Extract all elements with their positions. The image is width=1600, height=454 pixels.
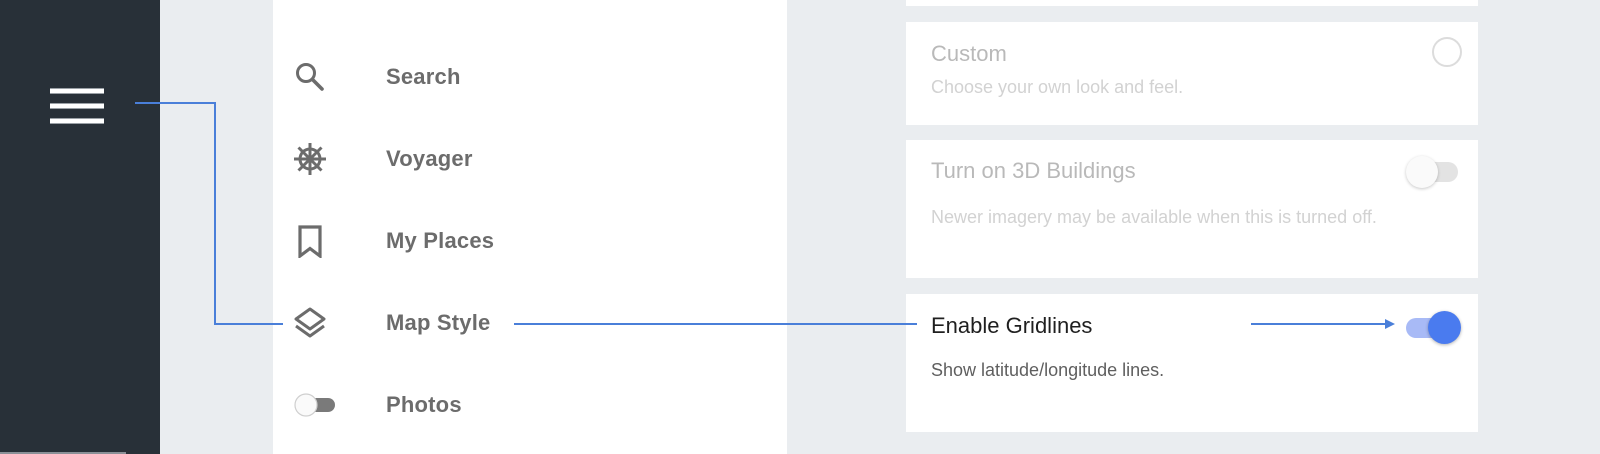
3d-buildings-description: Newer imagery may be available when this… (931, 207, 1377, 227)
nav-item-voyager[interactable]: Voyager (273, 129, 787, 189)
menu-bar (50, 103, 104, 109)
toggle-switch-icon (294, 393, 335, 417)
gridlines-toggle[interactable] (1406, 310, 1462, 346)
search-icon (296, 63, 324, 91)
3d-buildings-toggle[interactable] (1406, 155, 1462, 189)
ship-wheel-icon (294, 143, 326, 175)
nav-item-map-style[interactable]: Map Style (273, 293, 787, 353)
3d-buildings-title: Turn on 3D Buildings (931, 158, 1136, 183)
custom-title: Custom (931, 41, 1007, 66)
nav-item-label: Voyager (386, 146, 473, 171)
custom-description: Choose your own look and feel. (931, 77, 1184, 97)
bookmark-icon (298, 225, 322, 258)
menu-bar (50, 88, 104, 94)
settings-card-3d-buildings: Turn on 3D Buildings Newer imagery may b… (906, 140, 1478, 278)
nav-item-label: Map Style (386, 310, 491, 335)
nav-item-photos[interactable]: Photos (273, 375, 787, 435)
nav-item-search[interactable]: Search (273, 47, 787, 107)
nav-item-my-places[interactable]: My Places (273, 211, 787, 271)
gridlines-title: Enable Gridlines (931, 313, 1093, 338)
nav-item-label: Search (386, 64, 461, 89)
layers-icon (294, 307, 326, 338)
settings-card-gridlines: Enable Gridlines Show latitude/longitude… (906, 294, 1478, 432)
gridlines-description: Show latitude/longitude lines. (931, 360, 1165, 380)
toggle-thumb (1428, 311, 1461, 344)
menu-bar (50, 118, 104, 124)
nav-item-label: Photos (386, 392, 462, 417)
toggle-thumb (1406, 156, 1438, 188)
left-rail (0, 0, 160, 454)
custom-radio[interactable] (1432, 37, 1462, 67)
nav-item-label: My Places (386, 228, 495, 253)
hamburger-menu-icon[interactable] (50, 88, 105, 126)
nav-drawer: Search Voyager My Places Map Style Photo… (273, 0, 787, 454)
settings-card-previous (906, 0, 1478, 6)
settings-card-custom: Custom Choose your own look and feel. (906, 22, 1478, 125)
